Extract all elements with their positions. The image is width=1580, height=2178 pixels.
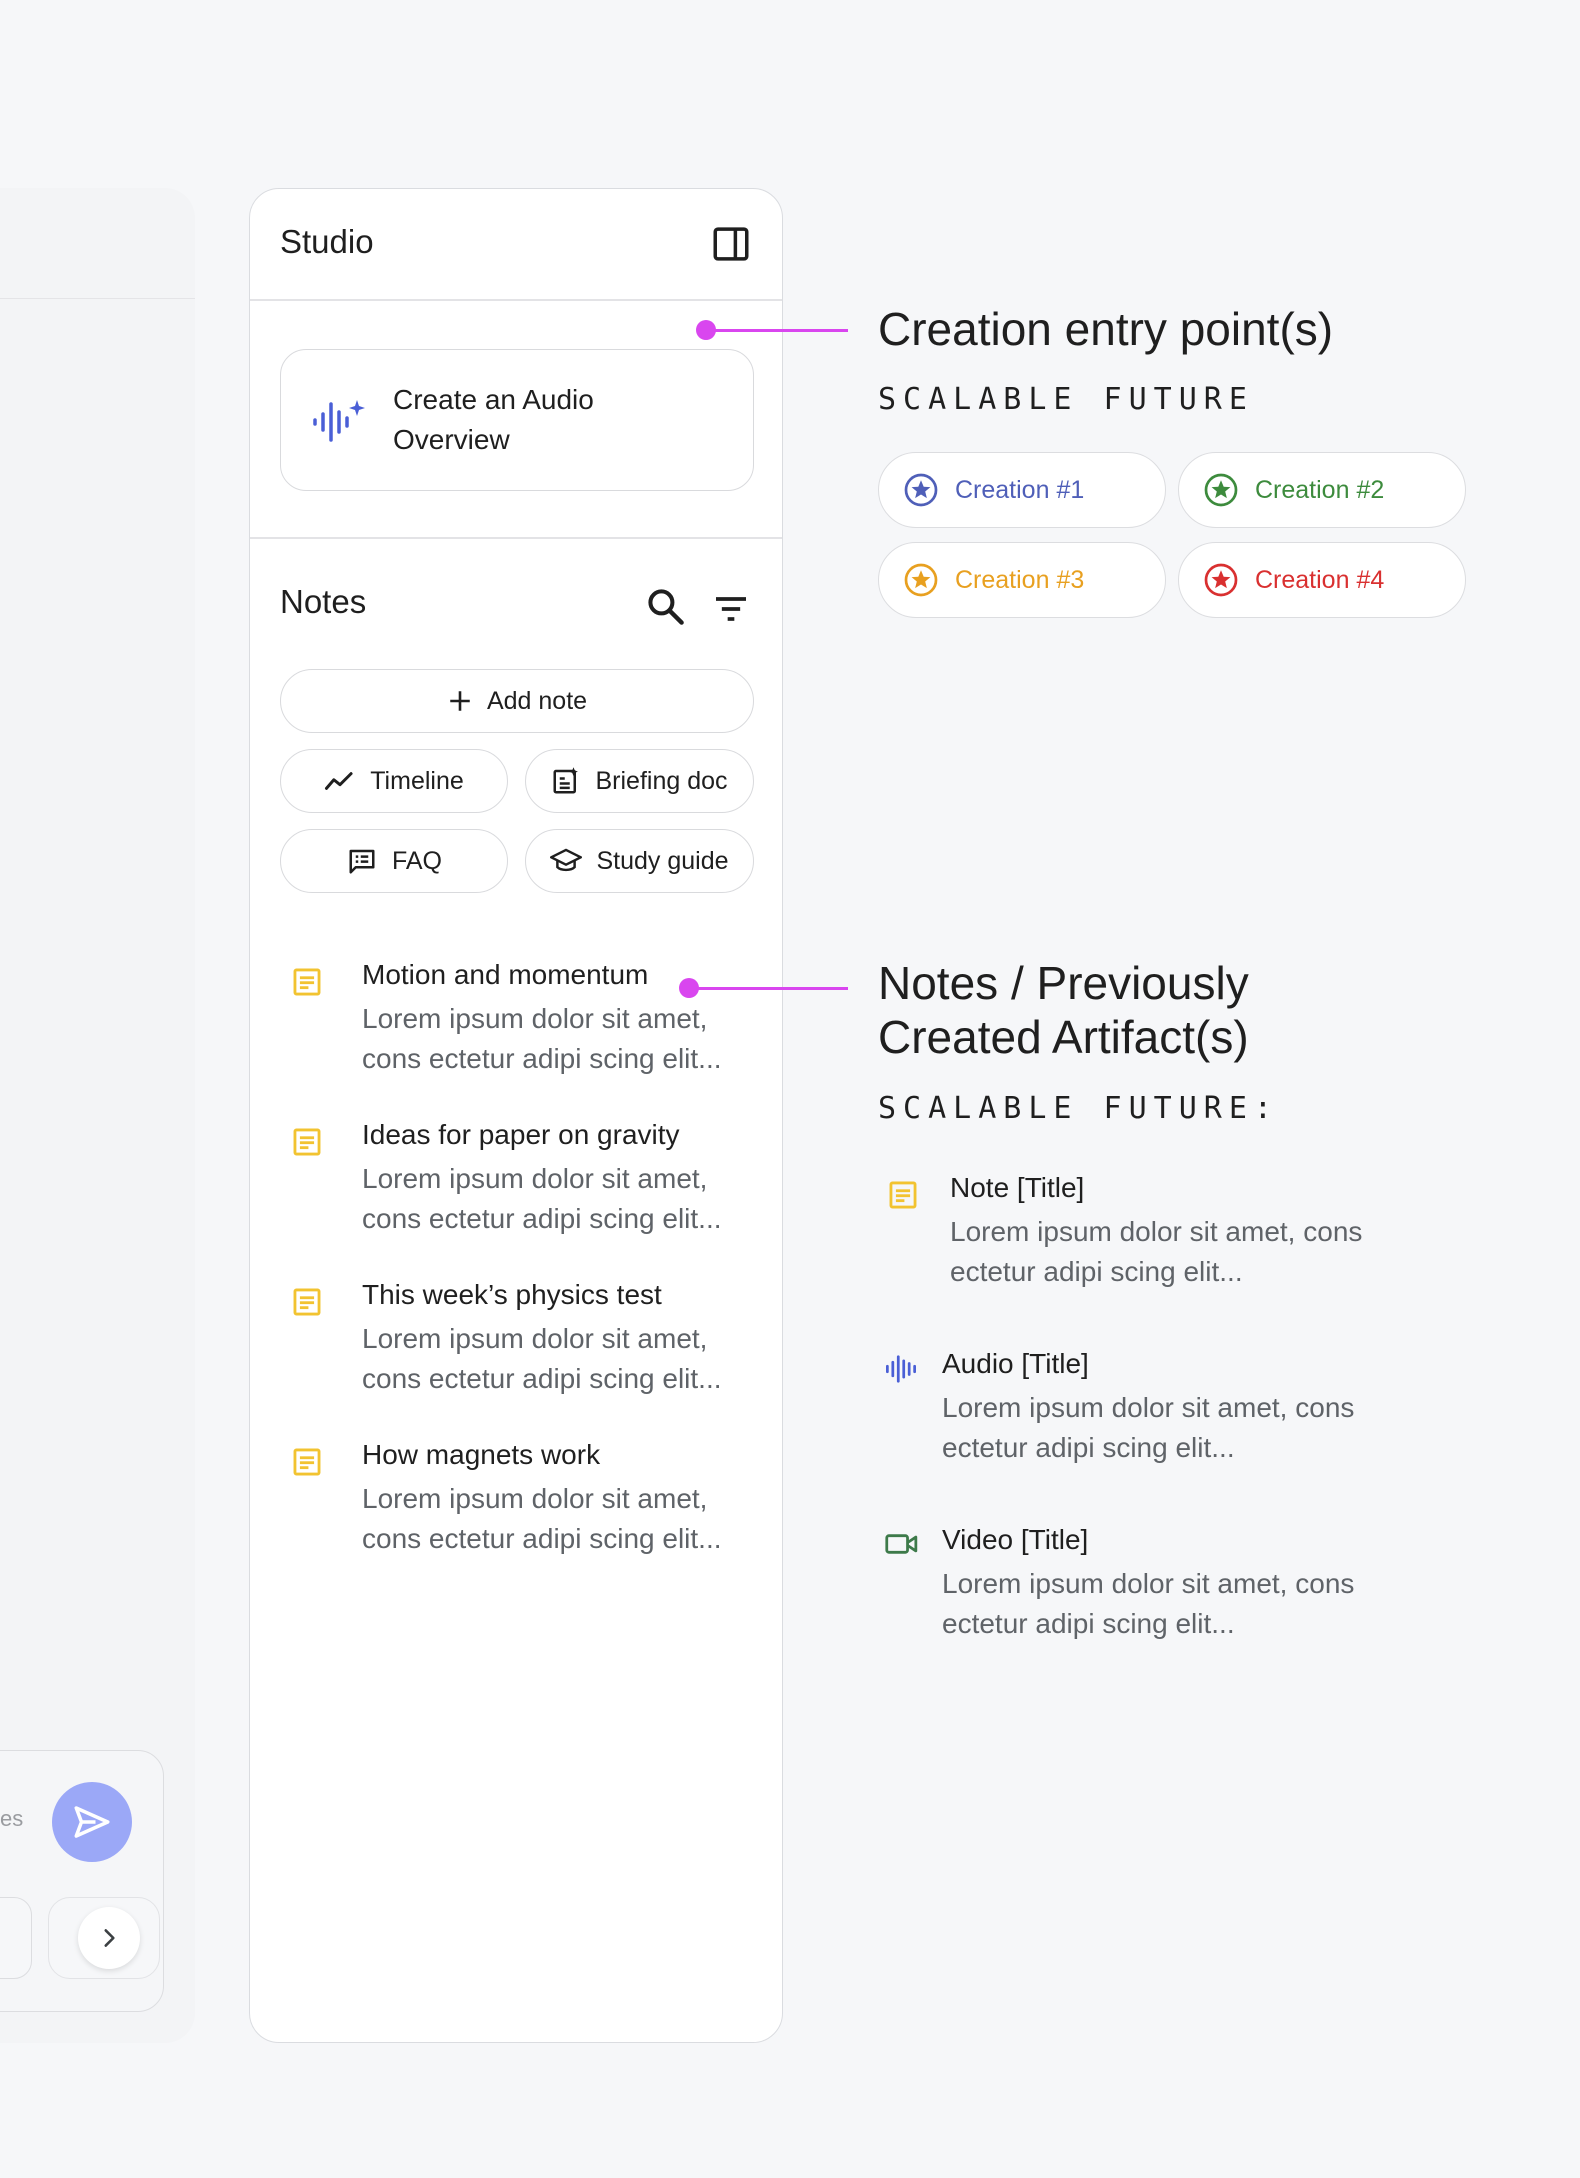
note-title: Ideas for paper on gravity	[362, 1119, 680, 1150]
audio-overview-button[interactable]: Create an Audio Overview	[280, 349, 754, 491]
annotation-connector	[706, 329, 848, 332]
timeline-icon	[325, 772, 353, 790]
star-circle-icon	[904, 473, 938, 507]
note-icon	[293, 968, 321, 996]
studio-title: Studio	[280, 223, 374, 260]
send-button[interactable]	[52, 1782, 132, 1862]
briefing-doc-icon	[553, 767, 579, 794]
chat-panel-divider	[0, 298, 195, 299]
creation-label: Creation #3	[955, 565, 1085, 594]
chevron-right-icon	[104, 1929, 115, 1947]
notes-annotation-subtitle: SCALABLE FUTURE:	[878, 1091, 1279, 1126]
artifact-preview: Lorem ipsum dolor sit amet, cons ectetur…	[942, 1392, 1355, 1463]
suggestion-chip[interactable]	[0, 1897, 32, 1979]
notes-title: Notes	[280, 583, 367, 620]
study-guide-label: Study guide	[596, 846, 729, 875]
send-icon	[74, 1806, 110, 1838]
note-list-item[interactable]: How magnets work Lorem ipsum dolor sit a…	[290, 1439, 770, 1559]
note-list-item[interactable]: This week’s physics test Lorem ipsum dol…	[290, 1279, 770, 1399]
note-icon	[293, 1128, 321, 1156]
audio-sparkle-icon	[309, 394, 369, 450]
note-preview: Lorem ipsum dolor sit amet, cons ectetur…	[362, 1323, 722, 1394]
briefing-doc-label: Briefing doc	[595, 766, 728, 795]
artifact-video-item: Video [Title] Lorem ipsum dolor sit amet…	[884, 1524, 1364, 1644]
graduation-cap-icon	[550, 848, 583, 872]
search-button[interactable]	[644, 585, 688, 629]
studio-panel: Studio Create an Audio Overview Notes Ad…	[249, 188, 783, 2043]
artifact-note-item: Note [Title] Lorem ipsum dolor sit amet,…	[886, 1172, 1366, 1292]
header-divider	[250, 299, 782, 301]
artifact-title: Audio [Title]	[942, 1348, 1089, 1379]
creation-label: Creation #2	[1255, 475, 1385, 504]
timeline-button[interactable]: Timeline	[280, 749, 508, 813]
notes-annotation-title-line1: Notes / Previously	[878, 957, 1249, 1009]
video-icon	[885, 1534, 918, 1554]
note-icon	[889, 1181, 917, 1209]
note-icon	[293, 1448, 321, 1476]
faq-icon	[349, 849, 375, 874]
artifact-preview: Lorem ipsum dolor sit amet, cons ectetur…	[942, 1568, 1355, 1639]
creation-4-button[interactable]: Creation #4	[1178, 542, 1466, 618]
artifact-audio-item: Audio [Title] Lorem ipsum dolor sit amet…	[884, 1348, 1364, 1468]
note-title: Motion and momentum	[362, 959, 649, 990]
creation-2-button[interactable]: Creation #2	[1178, 452, 1466, 528]
filter-icon	[716, 597, 746, 621]
creation-annotation-title: Creation entry point(s)	[878, 303, 1334, 355]
side-panel-icon	[713, 227, 749, 261]
audio-icon	[886, 1355, 916, 1383]
artifact-title: Video [Title]	[942, 1524, 1089, 1555]
note-list-item[interactable]: Motion and momentum Lorem ipsum dolor si…	[290, 959, 770, 1079]
creation-label: Creation #1	[955, 475, 1085, 504]
note-list-item[interactable]: Ideas for paper on gravity Lorem ipsum d…	[290, 1119, 770, 1239]
audio-overview-label: Create an Audio Overview	[393, 384, 594, 455]
next-button[interactable]	[78, 1907, 140, 1969]
chat-placeholder: es	[0, 1806, 24, 1831]
creation-annotation-subtitle: SCALABLE FUTURE	[878, 382, 1254, 417]
star-circle-icon	[1204, 473, 1238, 507]
creation-1-button[interactable]: Creation #1	[878, 452, 1166, 528]
annotation-connector	[689, 987, 848, 990]
search-icon	[648, 589, 684, 625]
add-note-button[interactable]: Add note	[280, 669, 754, 733]
add-note-label: Add note	[486, 686, 588, 715]
filter-button[interactable]	[710, 589, 752, 629]
plus-icon	[450, 691, 470, 711]
star-circle-icon	[904, 563, 938, 597]
note-preview: Lorem ipsum dolor sit amet, cons ectetur…	[362, 1163, 722, 1234]
notes-annotation-title-line2: Created Artifact(s)	[878, 1011, 1249, 1063]
artifact-preview: Lorem ipsum dolor sit amet, cons ectetur…	[950, 1216, 1363, 1287]
note-preview: Lorem ipsum dolor sit amet, cons ectetur…	[362, 1483, 722, 1554]
study-guide-button[interactable]: Study guide	[525, 829, 754, 893]
note-title: This week’s physics test	[362, 1279, 662, 1310]
note-title: How magnets work	[362, 1439, 601, 1470]
star-circle-icon	[1204, 563, 1238, 597]
collapse-panel-button[interactable]	[710, 223, 752, 265]
faq-button[interactable]: FAQ	[280, 829, 508, 893]
note-icon	[293, 1288, 321, 1316]
timeline-label: Timeline	[370, 766, 464, 795]
creation-3-button[interactable]: Creation #3	[878, 542, 1166, 618]
artifact-title: Note [Title]	[950, 1172, 1085, 1203]
note-preview: Lorem ipsum dolor sit amet, cons ectetur…	[362, 1003, 722, 1074]
creation-label: Creation #4	[1255, 565, 1385, 594]
briefing-doc-button[interactable]: Briefing doc	[525, 749, 754, 813]
faq-label: FAQ	[391, 846, 442, 875]
section-divider	[250, 537, 782, 539]
